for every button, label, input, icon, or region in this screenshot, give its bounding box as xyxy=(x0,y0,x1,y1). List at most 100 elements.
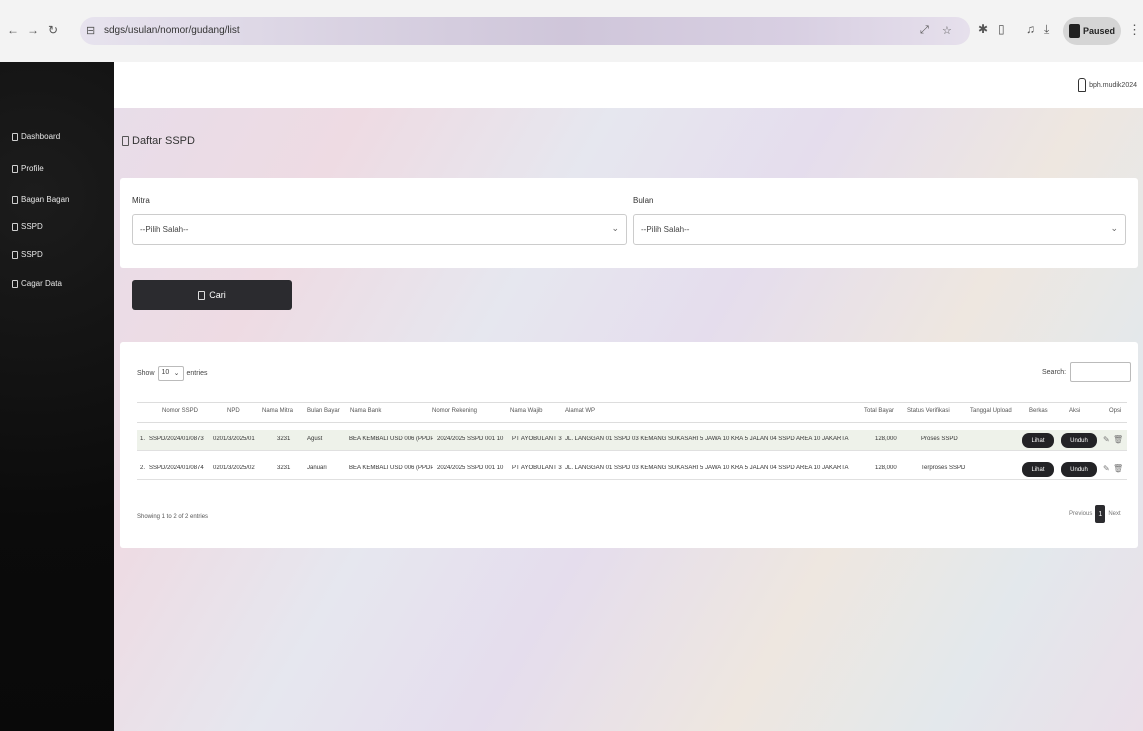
cell-total: 128,000 xyxy=(875,436,897,442)
cell-bank: BEA KEMBALI USD 006 (PPDP) xyxy=(349,465,433,471)
cell-wajib: PT AYOBULANT 3 xyxy=(512,436,562,442)
edit-icon[interactable]: ✎ xyxy=(1103,464,1110,473)
extensions-icon[interactable]: ✱ xyxy=(978,22,988,36)
column-header[interactable]: Bulan Bayar xyxy=(307,408,340,414)
column-header[interactable]: Total Bayar xyxy=(864,408,894,414)
view-button[interactable]: Lihat xyxy=(1022,433,1054,448)
column-header[interactable]: Nomor Rekening xyxy=(432,408,477,414)
download-icon[interactable]: ⤓ xyxy=(1044,22,1049,37)
url-text[interactable]: sdgs/usulan/nomor/gudang/list xyxy=(104,25,240,36)
sidebar-item-label: SSPD xyxy=(21,222,43,231)
entries-length-control: Show 10 ⌄ entries xyxy=(137,366,208,381)
reload-icon[interactable]: ↻ xyxy=(46,22,60,38)
cell-nomor: SSPD/2024/01/0874 xyxy=(149,465,204,471)
entries-label: entries xyxy=(186,370,208,377)
column-header[interactable]: NPD xyxy=(227,408,240,414)
sidebar-item-cagar-data[interactable]: Cagar Data xyxy=(12,279,62,288)
cell-alamat: JL. LANGGAN 01 SSPD 03 KEMANG SUKASARI 5… xyxy=(565,436,849,442)
cell-npd: 0201/3/2025/02 xyxy=(213,465,255,471)
entries-length-select[interactable]: 10 ⌄ xyxy=(157,366,184,381)
table-header: Nomor SSPD NPD Nama Mitra Bulan Bayar Na… xyxy=(137,402,1127,423)
sidebar-item-label: Dashboard xyxy=(21,132,61,141)
document-icon xyxy=(12,222,18,231)
bookmark-star-icon[interactable]: ☆ xyxy=(942,24,952,37)
column-header[interactable]: Aksi xyxy=(1069,408,1080,414)
address-bar[interactable]: ⊟ sdgs/usulan/nomor/gudang/list ⤢ ☆ xyxy=(80,17,970,45)
entries-length-value: 10 xyxy=(161,369,170,376)
sidebar-item-sspd-2[interactable]: SSPD xyxy=(12,250,43,259)
back-icon[interactable]: ← xyxy=(6,22,20,38)
translate-icon[interactable]: ⤢ xyxy=(920,24,929,37)
cell-rekening: 2024/2025 SSPD 001 10 xyxy=(437,436,504,442)
tab-search-icon[interactable]: ▯ xyxy=(998,22,1005,36)
trash-icon[interactable]: 🗑 xyxy=(1113,435,1123,444)
top-bar: bph.mudik2024 xyxy=(114,62,1143,108)
table-search-input[interactable] xyxy=(1070,362,1132,382)
download-button[interactable]: Unduh xyxy=(1061,433,1097,448)
column-header[interactable]: Opsi xyxy=(1109,408,1121,414)
cell-alamat: JL. LANGGAN 01 SSPD 03 KEMANG SUKASARI 5… xyxy=(565,465,849,471)
previous-page-button[interactable]: Previous xyxy=(1069,511,1092,517)
document-icon xyxy=(12,250,18,259)
cell-nomor: SSPD/2024/01/0873 xyxy=(149,436,204,442)
home-icon xyxy=(12,132,18,141)
column-header[interactable]: Nomor SSPD xyxy=(162,408,198,414)
user-icon xyxy=(12,164,18,173)
filter-left-label: Mitra xyxy=(132,196,150,205)
column-header[interactable]: Status Verifikasi xyxy=(907,408,950,414)
site-info-icon[interactable]: ⊟ xyxy=(86,24,98,38)
browser-menu-icon[interactable]: ⋮ xyxy=(1128,22,1141,38)
filter-right-select[interactable]: --Pilih Salah-- ⌄ xyxy=(633,214,1126,245)
column-header[interactable]: Nama Mitra xyxy=(262,408,293,414)
media-icon[interactable]: ♫ xyxy=(1026,22,1035,36)
filter-left-select[interactable]: --Pilih Salah-- ⌄ xyxy=(132,214,627,245)
chevron-down-icon: ⌄ xyxy=(611,223,619,233)
column-header[interactable]: Tanggal Upload xyxy=(970,408,1012,414)
cell-status: Proses SSPD xyxy=(921,436,958,442)
page-title: Daftar SSPD xyxy=(122,135,195,147)
cell-status: Terproses SSPD xyxy=(921,465,966,471)
trash-icon[interactable]: 🗑 xyxy=(1113,464,1123,473)
pagination: Previous 1 Next xyxy=(1069,505,1121,523)
cell-bank: BEA KEMBALI USD 006 (PPDP) xyxy=(349,436,433,442)
sidebar-item-bagan[interactable]: Bagan Bagan xyxy=(12,195,70,204)
download-button[interactable]: Unduh xyxy=(1061,462,1097,477)
table-info: Showing 1 to 2 of 2 entries xyxy=(137,514,209,520)
sidebar-item-label: SSPD xyxy=(21,250,43,259)
view-button[interactable]: Lihat xyxy=(1022,462,1054,477)
current-page-button[interactable]: 1 xyxy=(1095,505,1106,523)
cell-bulan: Januari xyxy=(307,465,327,471)
chevron-down-icon: ⌄ xyxy=(1110,223,1118,233)
column-header[interactable]: Berkas xyxy=(1029,408,1048,414)
search-label: Search: xyxy=(1042,368,1067,376)
show-label: Show xyxy=(137,370,155,377)
column-header[interactable]: Nama Wajib xyxy=(510,408,542,414)
user-name: bph.mudik2024 xyxy=(1089,81,1137,89)
sidebar-item-dashboard[interactable]: Dashboard xyxy=(12,132,60,141)
user-menu[interactable]: bph.mudik2024 xyxy=(1078,78,1137,92)
next-page-button[interactable]: Next xyxy=(1108,511,1120,517)
edit-icon[interactable]: ✎ xyxy=(1103,435,1110,444)
column-header[interactable]: Nama Bank xyxy=(350,408,381,414)
search-button[interactable]: Cari xyxy=(132,280,292,310)
chevron-down-icon: ⌄ xyxy=(173,370,180,377)
filter-left-value: --Pilih Salah-- xyxy=(140,225,189,234)
sidebar-item-sspd[interactable]: SSPD xyxy=(12,222,43,231)
sidebar-item-profile[interactable]: Profile xyxy=(12,164,44,173)
profile-button[interactable]: Paused xyxy=(1063,17,1121,45)
sidebar-item-label: Cagar Data xyxy=(21,279,62,288)
page-title-text: Daftar SSPD xyxy=(132,135,195,147)
cell-bulan: Agust xyxy=(307,436,323,442)
grid-icon xyxy=(12,195,18,204)
forward-icon[interactable]: → xyxy=(26,22,40,38)
cell-mitra: 3231 xyxy=(277,436,291,442)
cell-mitra: 3231 xyxy=(277,465,291,471)
table-search: Search: xyxy=(1042,362,1132,382)
search-button-label: Cari xyxy=(209,290,226,300)
cell-wajib: PT AYOBULANT 3 xyxy=(512,465,562,471)
search-icon xyxy=(198,290,206,300)
profile-label: Paused xyxy=(1082,26,1115,36)
filter-right-value: --Pilih Salah-- xyxy=(641,225,690,234)
profile-avatar-icon xyxy=(1068,24,1080,38)
column-header[interactable]: Alamat WP xyxy=(565,408,595,414)
